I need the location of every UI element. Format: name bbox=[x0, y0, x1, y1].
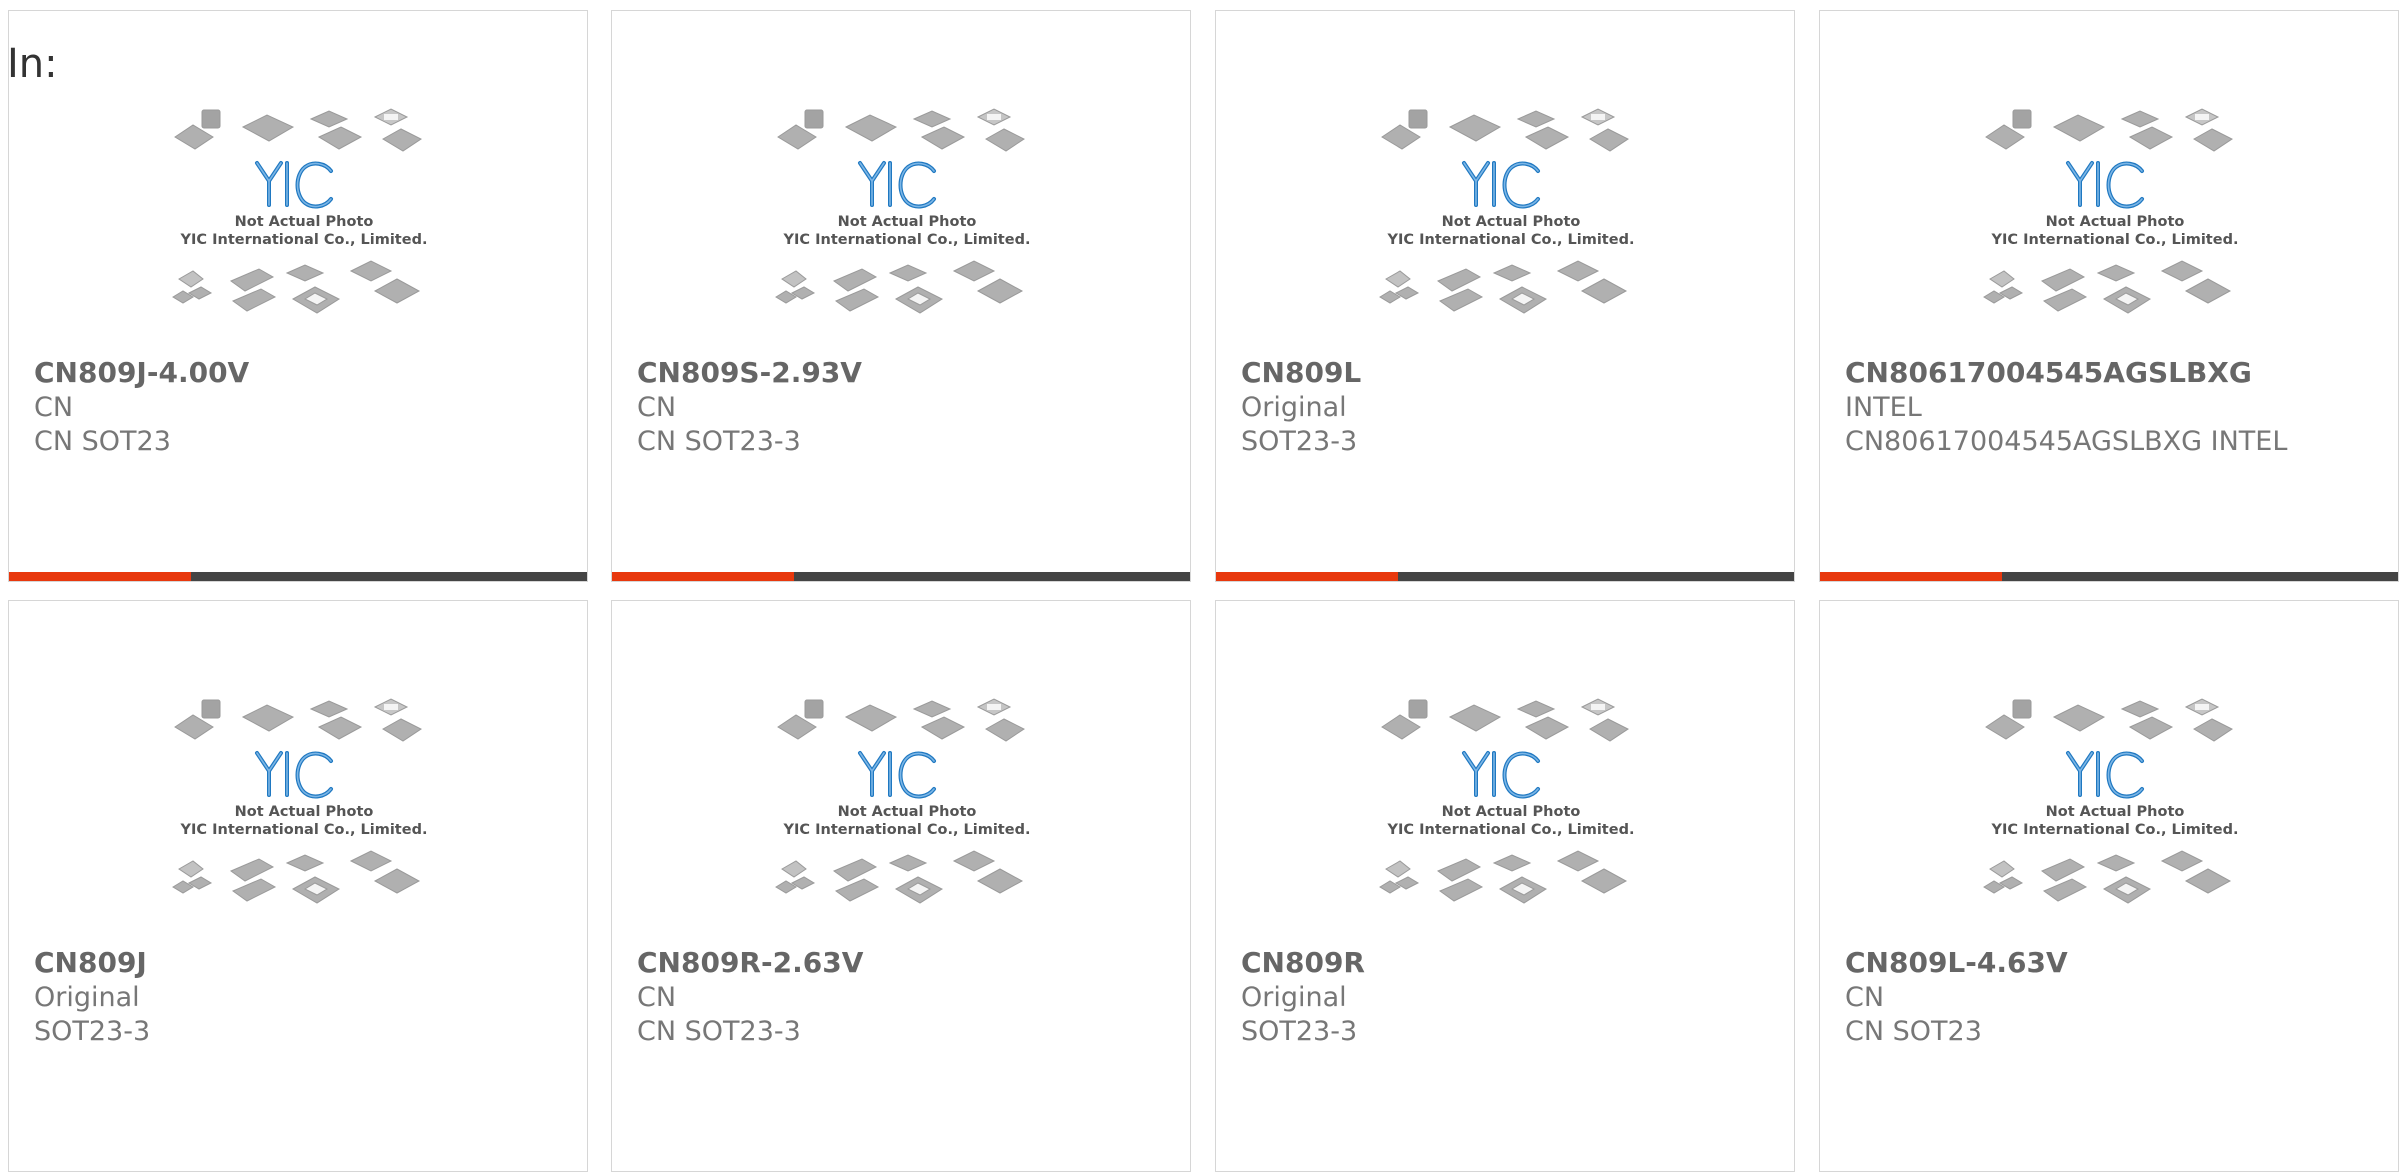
svg-text:Not Actual Photo: Not Actual Photo bbox=[2046, 214, 2185, 230]
product-part-number[interactable]: CN809J bbox=[34, 945, 147, 981]
card-accent-bar bbox=[9, 572, 191, 581]
product-brand: INTEL bbox=[1845, 392, 1922, 423]
svg-text:YIC International Co., Limited: YIC International Co., Limited. bbox=[180, 232, 428, 248]
yic-logo-icon bbox=[2066, 161, 2144, 209]
product-brand: CN bbox=[637, 982, 677, 1013]
product-grid: YIC Not Actual Photo YIC International C… bbox=[0, 0, 2400, 1172]
product-placeholder-image: YIC Not Actual Photo YIC International C… bbox=[772, 101, 1042, 353]
yic-logo-icon bbox=[858, 161, 936, 209]
product-part-number[interactable]: CN809J-4.00V bbox=[34, 355, 249, 391]
svg-text:YIC International Co., Limited: YIC International Co., Limited. bbox=[180, 822, 428, 838]
yic-logo-text: YIC bbox=[1376, 101, 1378, 102]
product-placeholder-image: YIC Not Actual Photo YIC International C… bbox=[1376, 691, 1646, 943]
product-brand: Original bbox=[34, 982, 140, 1013]
product-brand: Original bbox=[1241, 982, 1347, 1013]
card-accent-bar bbox=[612, 572, 794, 581]
yic-logo-text: YIC bbox=[1376, 691, 1378, 692]
product-part-number[interactable]: CN809R-2.63V bbox=[637, 945, 863, 981]
svg-text:Not Actual Photo: Not Actual Photo bbox=[838, 214, 977, 230]
yic-logo-icon bbox=[1462, 751, 1540, 799]
product-part-number[interactable]: CN809L-4.63V bbox=[1845, 945, 2068, 981]
product-placeholder-image: YIC Not Actual Photo YIC International C… bbox=[169, 101, 439, 353]
card-progress-bar bbox=[1216, 572, 1794, 581]
product-placeholder-image: YIC Not Actual Photo YIC International C… bbox=[1980, 691, 2250, 943]
yic-logo-icon bbox=[1462, 161, 1540, 209]
product-description: SOT23-3 bbox=[1241, 426, 1358, 457]
product-description: SOT23-3 bbox=[34, 1016, 151, 1047]
svg-text:Not Actual Photo: Not Actual Photo bbox=[235, 804, 374, 820]
product-card[interactable]: YIC Not Actual Photo YIC International C… bbox=[8, 10, 588, 582]
yic-logo-text: YIC bbox=[169, 101, 171, 102]
yic-logo-text: YIC bbox=[169, 691, 171, 692]
not-actual-photo-graphic: YIC Not Actual Photo YIC International C… bbox=[772, 101, 1031, 314]
not-actual-photo-graphic: YIC Not Actual Photo YIC International C… bbox=[1980, 101, 2239, 314]
product-card[interactable]: YIC Not Actual Photo YIC International C… bbox=[1215, 600, 1795, 1172]
card-progress-bar bbox=[1820, 572, 2398, 581]
product-card[interactable]: YIC Not Actual Photo YIC International C… bbox=[1215, 10, 1795, 582]
product-card[interactable]: YIC Not Actual Photo YIC International C… bbox=[8, 600, 588, 1172]
yic-logo-text: YIC bbox=[772, 691, 774, 692]
product-description: SOT23-3 bbox=[1241, 1016, 1358, 1047]
yic-logo-icon bbox=[255, 161, 333, 209]
svg-text:Not Actual Photo: Not Actual Photo bbox=[235, 214, 374, 230]
product-card[interactable]: YIC Not Actual Photo YIC International C… bbox=[611, 10, 1191, 582]
svg-text:YIC International Co., Limited: YIC International Co., Limited. bbox=[783, 232, 1031, 248]
product-brand: CN bbox=[637, 392, 677, 423]
svg-text:YIC International Co., Limited: YIC International Co., Limited. bbox=[1991, 232, 2239, 248]
not-actual-photo-graphic: YIC Not Actual Photo YIC International C… bbox=[169, 691, 428, 904]
product-placeholder-image: YIC Not Actual Photo YIC International C… bbox=[772, 691, 1042, 943]
product-placeholder-image: YIC Not Actual Photo YIC International C… bbox=[1980, 101, 2250, 353]
product-brand: CN bbox=[1845, 982, 1885, 1013]
not-actual-photo-graphic: YIC Not Actual Photo YIC International C… bbox=[1980, 691, 2239, 904]
svg-text:YIC International Co., Limited: YIC International Co., Limited. bbox=[783, 822, 1031, 838]
product-placeholder-image: YIC Not Actual Photo YIC International C… bbox=[1376, 101, 1646, 353]
product-part-number[interactable]: CN80617004545AGSLBXG bbox=[1845, 355, 2252, 391]
not-actual-photo-graphic: YIC Not Actual Photo YIC International C… bbox=[1376, 691, 1635, 904]
yic-logo-icon bbox=[255, 751, 333, 799]
svg-text:YIC International Co., Limited: YIC International Co., Limited. bbox=[1387, 232, 1635, 248]
product-brand: CN bbox=[34, 392, 74, 423]
product-card[interactable]: YIC Not Actual Photo YIC International C… bbox=[1819, 10, 2399, 582]
not-actual-photo-graphic: YIC Not Actual Photo YIC International C… bbox=[1376, 101, 1635, 314]
yic-logo-icon bbox=[2066, 751, 2144, 799]
svg-text:Not Actual Photo: Not Actual Photo bbox=[1442, 804, 1581, 820]
product-description: CN SOT23 bbox=[34, 426, 171, 457]
yic-logo-text: YIC bbox=[1980, 101, 1982, 102]
product-brand: Original bbox=[1241, 392, 1347, 423]
product-part-number[interactable]: CN809L bbox=[1241, 355, 1361, 391]
product-description: CN SOT23-3 bbox=[637, 426, 801, 457]
svg-text:Not Actual Photo: Not Actual Photo bbox=[2046, 804, 2185, 820]
not-actual-photo-graphic: YIC Not Actual Photo YIC International C… bbox=[772, 691, 1031, 904]
card-progress-bar bbox=[612, 572, 1190, 581]
svg-text:Not Actual Photo: Not Actual Photo bbox=[838, 804, 977, 820]
product-description: CN80617004545AGSLBXG INTEL bbox=[1845, 426, 2288, 457]
product-part-number[interactable]: CN809R bbox=[1241, 945, 1365, 981]
product-part-number[interactable]: CN809S-2.93V bbox=[637, 355, 862, 391]
product-description: CN SOT23 bbox=[1845, 1016, 1982, 1047]
not-actual-photo-graphic: YIC Not Actual Photo YIC International C… bbox=[169, 101, 428, 314]
yic-logo-text: YIC bbox=[1980, 691, 1982, 692]
page-heading: In: bbox=[7, 41, 58, 87]
product-card[interactable]: YIC Not Actual Photo YIC International C… bbox=[611, 600, 1191, 1172]
card-progress-bar bbox=[9, 572, 587, 581]
card-accent-bar bbox=[1216, 572, 1398, 581]
product-description: CN SOT23-3 bbox=[637, 1016, 801, 1047]
yic-logo-text: YIC bbox=[772, 101, 774, 102]
card-accent-bar bbox=[1820, 572, 2002, 581]
svg-text:Not Actual Photo: Not Actual Photo bbox=[1442, 214, 1581, 230]
yic-logo-icon bbox=[858, 751, 936, 799]
svg-text:YIC International Co., Limited: YIC International Co., Limited. bbox=[1387, 822, 1635, 838]
svg-text:YIC International Co., Limited: YIC International Co., Limited. bbox=[1991, 822, 2239, 838]
product-placeholder-image: YIC Not Actual Photo YIC International C… bbox=[169, 691, 439, 943]
product-card[interactable]: YIC Not Actual Photo YIC International C… bbox=[1819, 600, 2399, 1172]
